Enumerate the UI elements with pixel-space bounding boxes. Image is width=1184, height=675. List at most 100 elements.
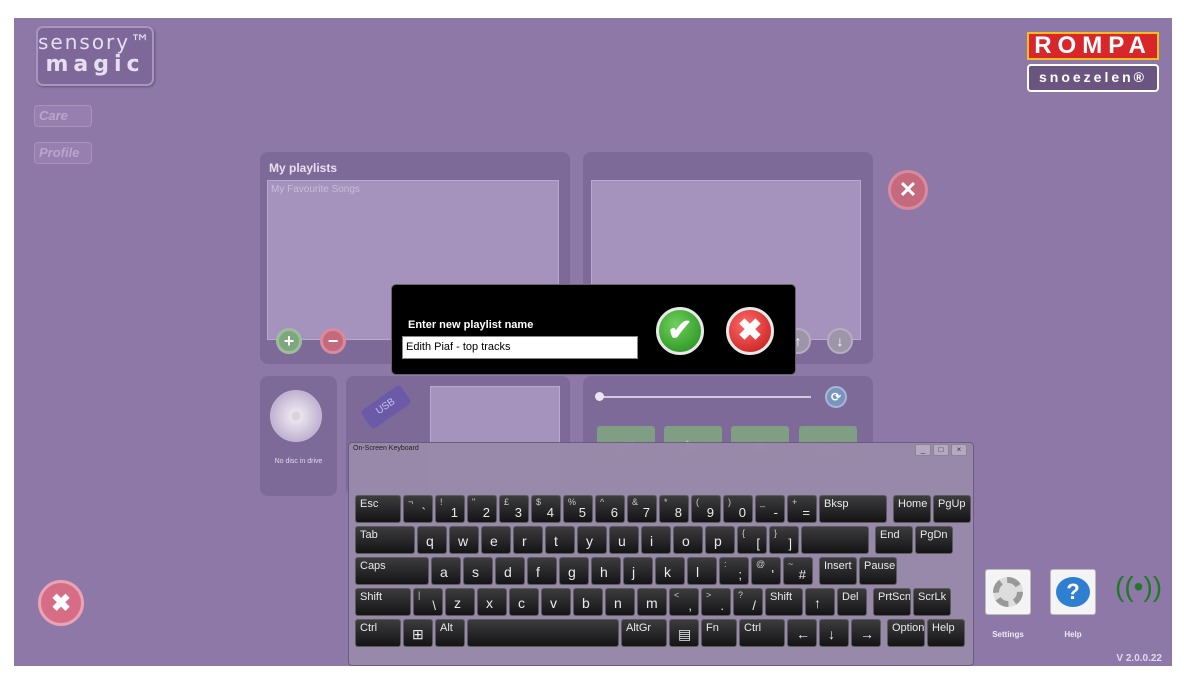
key[interactable]: s [463, 557, 493, 585]
key[interactable]: c [509, 588, 539, 616]
maximize-icon[interactable]: □ [933, 444, 949, 456]
add-playlist-button[interactable]: + [276, 328, 302, 354]
key[interactable]: | \ [413, 588, 443, 616]
key[interactable]: (9 [691, 495, 721, 523]
key[interactable]: k [655, 557, 685, 585]
key[interactable]: ▤ [669, 619, 699, 647]
key[interactable]: ! 1 [435, 495, 465, 523]
key[interactable]: PgUp [933, 495, 971, 523]
key[interactable]: Esc [355, 495, 401, 523]
key[interactable]: End [875, 526, 913, 554]
remove-playlist-button[interactable]: − [320, 328, 346, 354]
key[interactable]: ) 0 [723, 495, 753, 523]
key[interactable]: p [705, 526, 735, 554]
playlist-name-input[interactable]: Edith Piaf - top tracks [402, 336, 638, 359]
key[interactable]: t [545, 526, 575, 554]
wireless-icon[interactable]: ((•)) [1115, 571, 1162, 615]
key[interactable]: l [687, 557, 717, 585]
key[interactable]: :; [719, 557, 749, 585]
key[interactable]: j [623, 557, 653, 585]
key[interactable]: PrtScn [873, 588, 911, 616]
settings-button[interactable] [985, 569, 1031, 615]
confirm-button[interactable]: ✔ [656, 307, 704, 355]
repeat-icon[interactable]: ⟳ [825, 386, 847, 408]
key[interactable]: a [431, 557, 461, 585]
key[interactable]: h [591, 557, 621, 585]
key[interactable]: {[ [737, 526, 767, 554]
key[interactable]: z [445, 588, 475, 616]
key[interactable]: Options [887, 619, 925, 647]
key[interactable]: Del [837, 588, 867, 616]
key[interactable]: Shift [355, 588, 411, 616]
key[interactable]: f [527, 557, 557, 585]
key[interactable]: g [559, 557, 589, 585]
key[interactable]: v [541, 588, 571, 616]
key[interactable]: x [477, 588, 507, 616]
key[interactable]: y [577, 526, 607, 554]
key[interactable]: ↑ [805, 588, 835, 616]
key[interactable]: @ ' [751, 557, 781, 585]
key[interactable]: ⊞ [403, 619, 433, 647]
key[interactable]: d [495, 557, 525, 585]
key[interactable] [801, 526, 869, 554]
key[interactable]: u [609, 526, 639, 554]
key[interactable]: n [605, 588, 635, 616]
help-button[interactable]: ? [1050, 569, 1096, 615]
key[interactable]: q [417, 526, 447, 554]
key[interactable]: + = [787, 495, 817, 523]
care-button[interactable]: Care [34, 105, 92, 127]
close-icon[interactable]: × [951, 444, 967, 456]
key[interactable]: <, [669, 588, 699, 616]
key[interactable]: r [513, 526, 543, 554]
progress-thumb[interactable] [595, 392, 604, 401]
key[interactable]: m [637, 588, 667, 616]
move-down-button[interactable]: ↓ [827, 328, 853, 354]
key[interactable]: ~ # [783, 557, 813, 585]
key[interactable]: Alt [435, 619, 465, 647]
key[interactable]: & 7 [627, 495, 657, 523]
key[interactable]: }] [769, 526, 799, 554]
key[interactable]: i [641, 526, 671, 554]
key[interactable]: Shift [765, 588, 803, 616]
key[interactable]: w [449, 526, 479, 554]
key[interactable]: ScrLk [913, 588, 951, 616]
minimize-icon[interactable]: _ [915, 444, 931, 456]
exit-button[interactable]: ✖ [38, 580, 84, 626]
key[interactable]: >. [701, 588, 731, 616]
cancel-button[interactable]: ✖ [726, 307, 774, 355]
key[interactable]: Tab [355, 526, 415, 554]
key[interactable]: Bksp [819, 495, 887, 523]
key[interactable]: o [673, 526, 703, 554]
close-panel-button[interactable]: ✕ [888, 170, 928, 210]
key[interactable]: ^ 6 [595, 495, 625, 523]
key[interactable]: Home [893, 495, 931, 523]
key[interactable]: Pause [859, 557, 897, 585]
key[interactable]: * 8 [659, 495, 689, 523]
key-shift-label: ! [440, 497, 443, 507]
key[interactable]: ← [787, 619, 817, 647]
key[interactable]: % 5 [563, 495, 593, 523]
key[interactable]: Help [927, 619, 965, 647]
key[interactable]: e [481, 526, 511, 554]
key[interactable]: ? / [733, 588, 763, 616]
list-item[interactable]: My Favourite Songs [268, 181, 558, 198]
key[interactable]: Caps [355, 557, 429, 585]
key[interactable]: ↓ [819, 619, 849, 647]
key[interactable]: " 2 [467, 495, 497, 523]
key[interactable]: £3 [499, 495, 529, 523]
key[interactable] [467, 619, 619, 647]
key[interactable]: → [851, 619, 881, 647]
key[interactable]: $4 [531, 495, 561, 523]
profile-button[interactable]: Profile [34, 142, 92, 164]
key[interactable]: b [573, 588, 603, 616]
key[interactable]: ¬ ` [403, 495, 433, 523]
key[interactable]: Fn [701, 619, 737, 647]
progress-track[interactable] [599, 396, 811, 398]
key[interactable]: Ctrl [739, 619, 785, 647]
key[interactable]: Ctrl [355, 619, 401, 647]
key[interactable]: PgDn [915, 526, 953, 554]
key[interactable]: _ - [755, 495, 785, 523]
key[interactable]: AltGr [621, 619, 667, 647]
key[interactable]: Insert [819, 557, 857, 585]
usb-icon[interactable]: USB [360, 384, 412, 430]
